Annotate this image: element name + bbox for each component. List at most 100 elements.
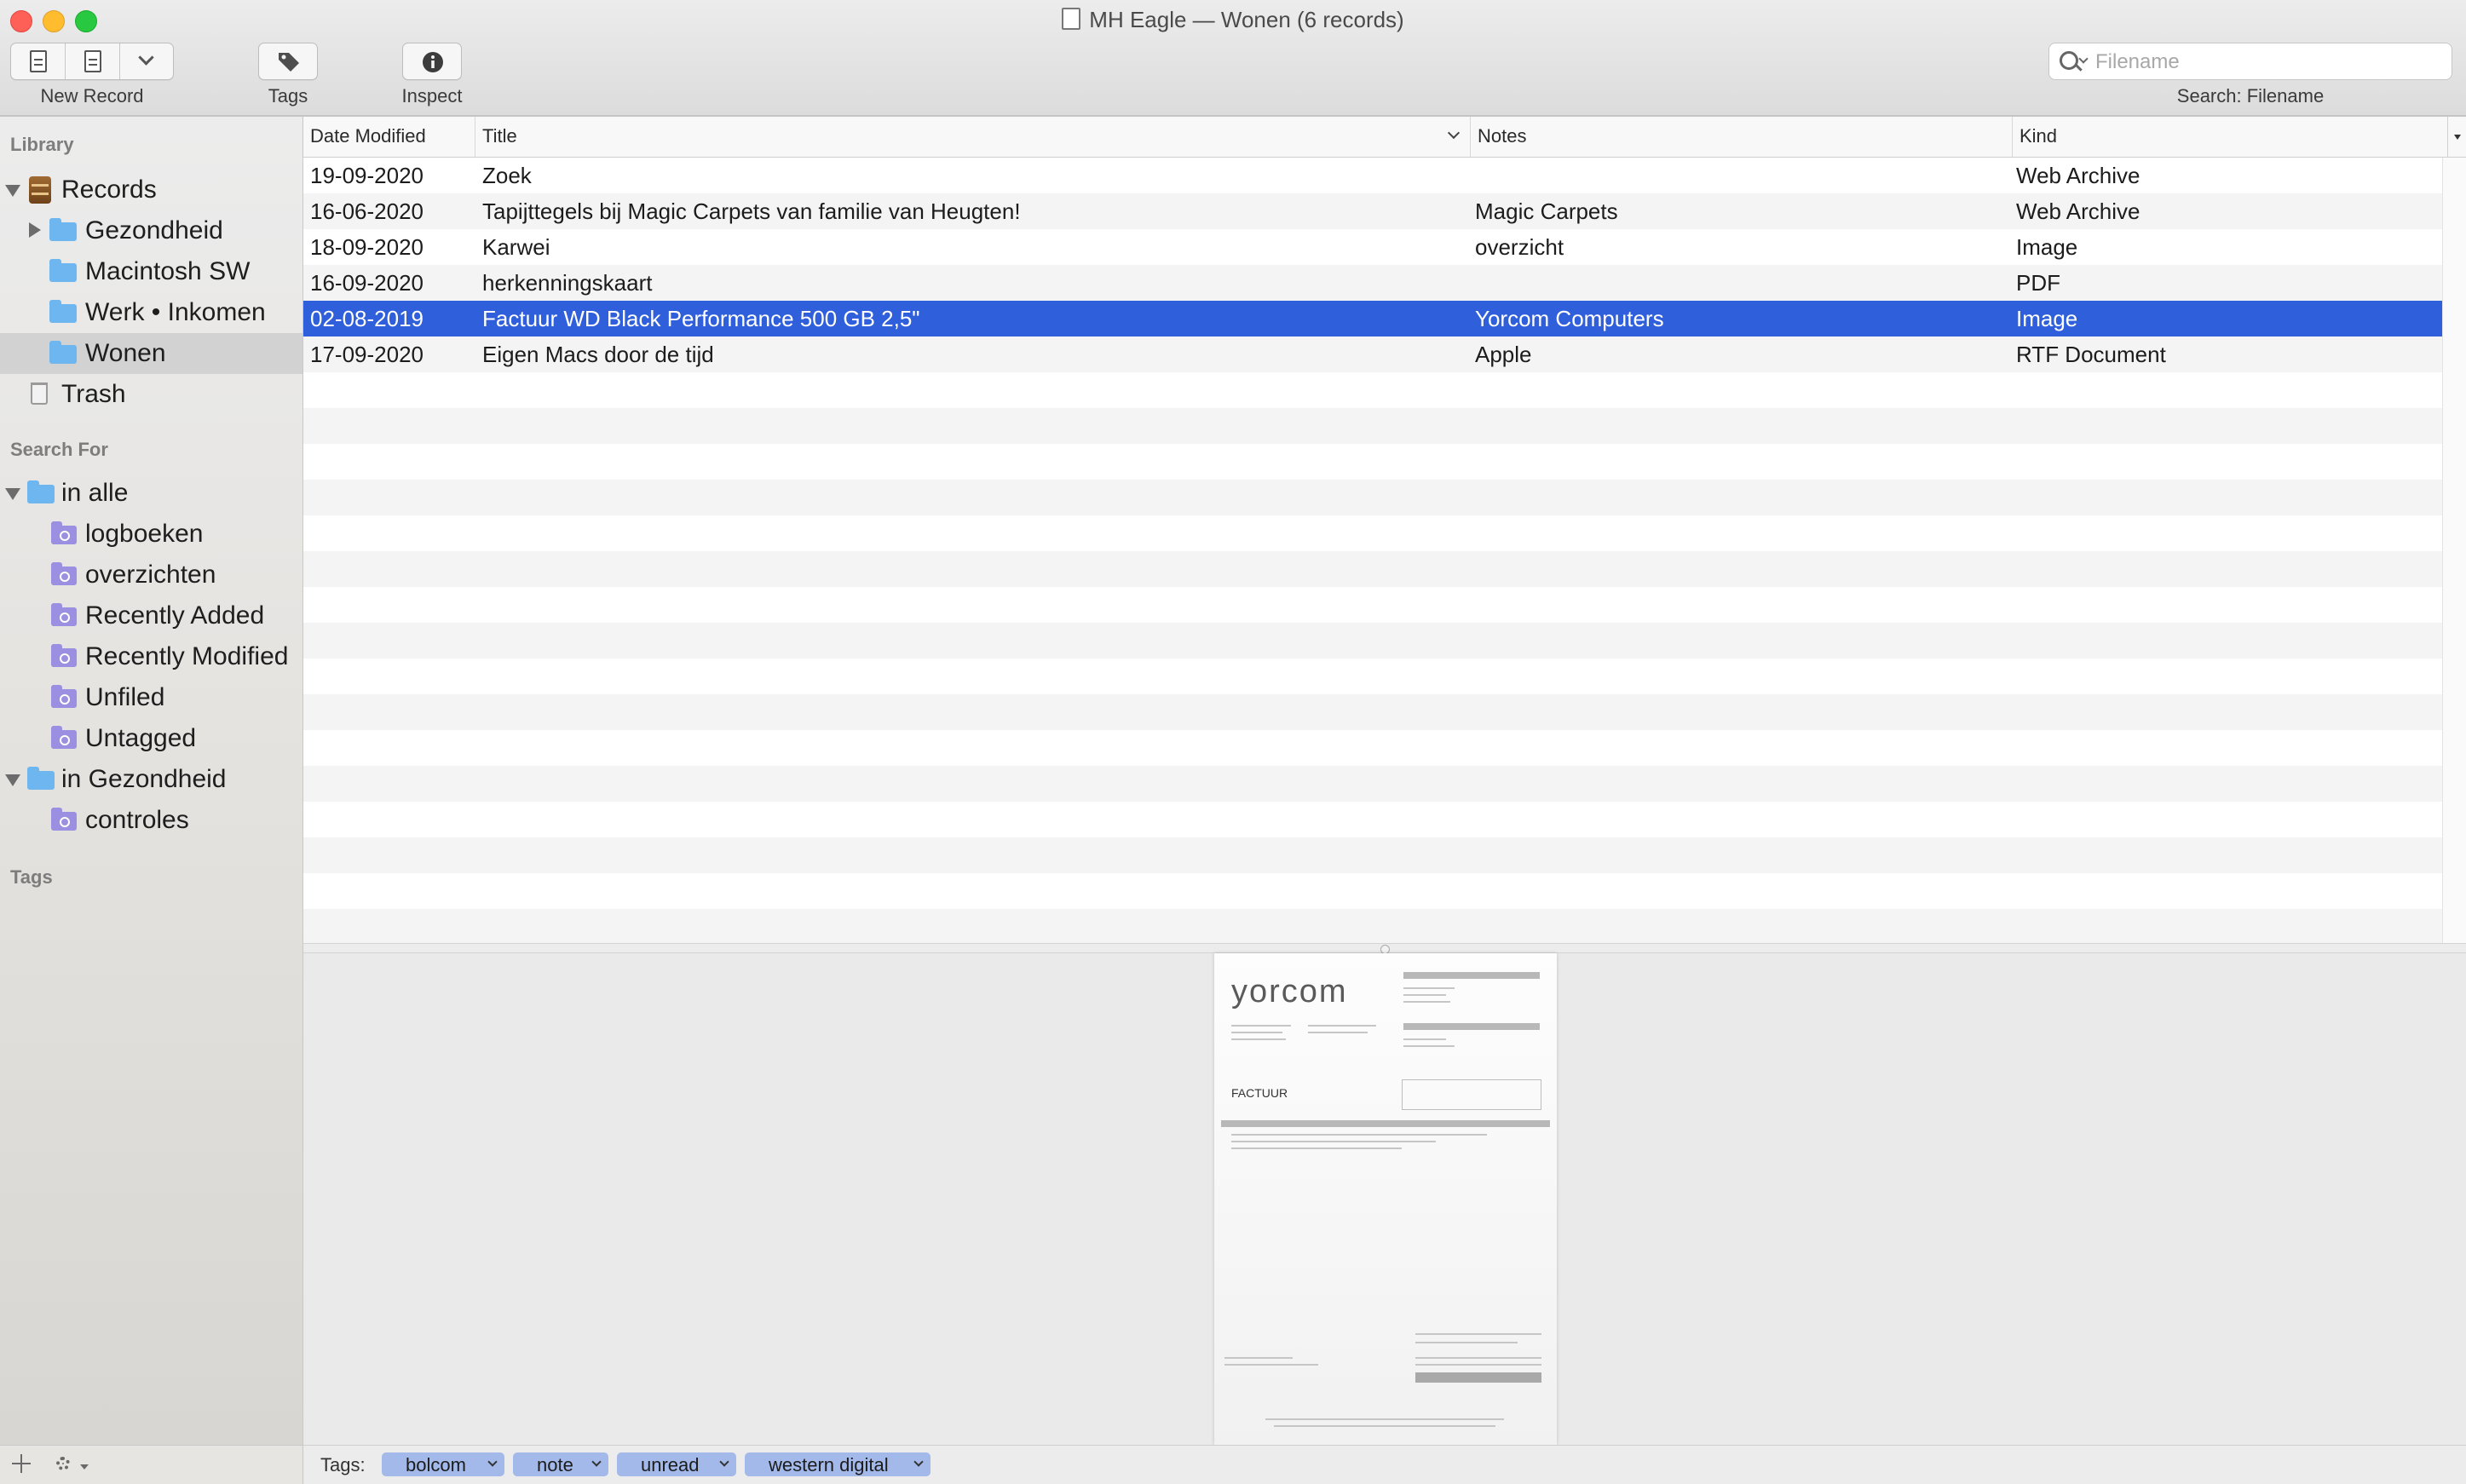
add-icon[interactable]: [12, 1454, 31, 1473]
tag-chip[interactable]: western digital: [745, 1452, 931, 1476]
sidebar-item-recently-added[interactable]: Recently Added: [0, 595, 302, 636]
table-row[interactable]: 18-09-2020 Karwei overzicht Image: [303, 229, 2442, 265]
search-field[interactable]: [2048, 43, 2452, 80]
sidebar: Library Records Gezondheid Macintosh SW …: [0, 117, 303, 1445]
sidebar-item-records[interactable]: Records: [0, 170, 302, 210]
text-line: [1224, 1364, 1318, 1366]
sidebar-item-label: Werk • Inkomen: [85, 298, 266, 326]
sidebar-item-label: controles: [85, 806, 189, 834]
sidebar-item-unfiled[interactable]: Unfiled: [0, 677, 302, 718]
tag-chip[interactable]: unread: [617, 1452, 736, 1476]
cell-date: 16-09-2020: [310, 270, 423, 296]
smart-folder-icon: [51, 726, 77, 749]
folder-icon: [49, 300, 77, 323]
tag-chip[interactable]: bolcom: [382, 1452, 504, 1476]
text-line: [1231, 1148, 1402, 1149]
database-icon: [29, 176, 51, 204]
chevron-down-icon[interactable]: [487, 1457, 498, 1467]
cell-notes: Yorcom Computers: [1475, 306, 1664, 331]
sidebar-item-trash[interactable]: Trash: [0, 374, 302, 415]
chevron-down-icon[interactable]: [913, 1457, 924, 1467]
sidebar-item-werk-inkomen[interactable]: Werk • Inkomen: [0, 292, 302, 333]
chevron-down-icon[interactable]: [591, 1457, 602, 1467]
tag-bar: Tags: bolcom note unread western digital: [303, 1445, 2466, 1484]
text-line: [1231, 1032, 1282, 1033]
note-document-icon: [84, 50, 101, 72]
column-header-label: Notes: [1478, 125, 1527, 147]
inspect-button[interactable]: [402, 43, 462, 80]
tags-heading: Tags: [10, 866, 53, 888]
cell-kind: Image: [2016, 306, 2078, 331]
gear-icon[interactable]: [56, 1457, 70, 1470]
column-header-title[interactable]: Title: [475, 117, 1471, 157]
column-header-label: Kind: [2019, 125, 2058, 147]
new-note-button[interactable]: [66, 43, 120, 79]
sidebar-item-label: Unfiled: [85, 683, 165, 711]
sidebar-item-label: Records: [61, 175, 157, 204]
cell-notes: overzicht: [1475, 234, 1564, 260]
trash-icon: [31, 383, 48, 405]
search-input[interactable]: [2094, 49, 2438, 76]
sidebar-item-recently-modified[interactable]: Recently Modified: [0, 636, 302, 677]
document-icon: [1062, 8, 1081, 30]
text-line: [1415, 1342, 1518, 1343]
folder-icon: [27, 767, 55, 790]
smart-folder-icon: [51, 685, 77, 708]
table-row-selected[interactable]: 02-08-2019 Factuur WD Black Performance …: [303, 301, 2442, 336]
chevron-down-icon[interactable]: [719, 1457, 729, 1467]
sidebar-item-controles[interactable]: controles: [0, 800, 302, 841]
new-record-button[interactable]: [11, 43, 66, 79]
tags-field-label: Tags:: [320, 1454, 366, 1475]
sidebar-item-label: logboeken: [85, 520, 204, 548]
new-record-control: [10, 43, 174, 80]
chevron-down-icon[interactable]: [80, 1464, 89, 1470]
column-header-notes[interactable]: Notes: [1471, 117, 2013, 157]
tag-chip[interactable]: note: [513, 1452, 608, 1476]
table-row[interactable]: 17-09-2020 Eigen Macs door de tijd Apple…: [303, 336, 2442, 372]
column-header-date-modified[interactable]: Date Modified: [303, 117, 475, 157]
split-view-divider[interactable]: [303, 943, 2466, 954]
invoice-lines-header: [1221, 1120, 1550, 1127]
search-options-chevron-icon[interactable]: [2078, 54, 2089, 64]
table-row[interactable]: 19-09-2020 Zoek Web Archive: [303, 158, 2442, 193]
sidebar-item-in-gezondheid[interactable]: in Gezondheid: [0, 759, 302, 800]
column-options-button[interactable]: [2447, 117, 2466, 157]
sidebar-item-label: Recently Added: [85, 601, 265, 630]
disclosure-collapsed-icon[interactable]: [29, 222, 41, 238]
cell-kind: Web Archive: [2016, 163, 2140, 188]
tag-chip-label: unread: [641, 1454, 700, 1475]
sidebar-item-wonen[interactable]: Wonen: [0, 333, 302, 374]
cell-notes: Apple: [1475, 342, 1532, 367]
column-header-kind[interactable]: Kind: [2013, 117, 2447, 157]
new-record-label: New Record: [40, 85, 144, 106]
tag-chip-label: western digital: [769, 1454, 889, 1475]
table-row[interactable]: 16-09-2020 herkenningskaart PDF: [303, 265, 2442, 301]
cell-kind: Image: [2016, 234, 2078, 260]
sidebar-item-gezondheid[interactable]: Gezondheid: [0, 210, 302, 251]
sidebar-item-macintosh-sw[interactable]: Macintosh SW: [0, 251, 302, 292]
smart-folder-icon: [51, 521, 77, 544]
disclosure-expanded-icon[interactable]: [5, 774, 20, 786]
new-record-menu-button[interactable]: [120, 43, 173, 79]
text-line: [1231, 1134, 1487, 1136]
disclosure-expanded-icon[interactable]: [5, 488, 20, 500]
sidebar-item-logboeken[interactable]: logboeken: [0, 514, 302, 555]
document-preview: yorcom FACTUUR: [303, 953, 2466, 1445]
table-scrollbar[interactable]: [2442, 158, 2466, 943]
text-line: [1308, 1032, 1368, 1033]
sidebar-item-overzichten[interactable]: overzichten: [0, 555, 302, 595]
tag-chip-label: bolcom: [406, 1454, 466, 1475]
disclosure-expanded-icon[interactable]: [5, 185, 20, 197]
invoice-total-bar: [1415, 1372, 1541, 1383]
tags-button[interactable]: [258, 43, 318, 80]
window-title-text: MH Eagle — Wonen (6 records): [1089, 7, 1404, 32]
text-line: [1403, 1045, 1455, 1047]
text-line: [1308, 1025, 1376, 1027]
search-scope-label: Search: Filename: [2176, 85, 2325, 106]
table-header: Date Modified Title Notes Kind: [303, 117, 2466, 158]
invoice-address-block: [1403, 1023, 1540, 1030]
table-row[interactable]: 16-06-2020 Tapijttegels bij Magic Carpet…: [303, 193, 2442, 229]
sidebar-item-in-alle[interactable]: in alle: [0, 473, 302, 514]
sidebar-item-untagged[interactable]: Untagged: [0, 718, 302, 759]
text-line: [1415, 1333, 1541, 1335]
